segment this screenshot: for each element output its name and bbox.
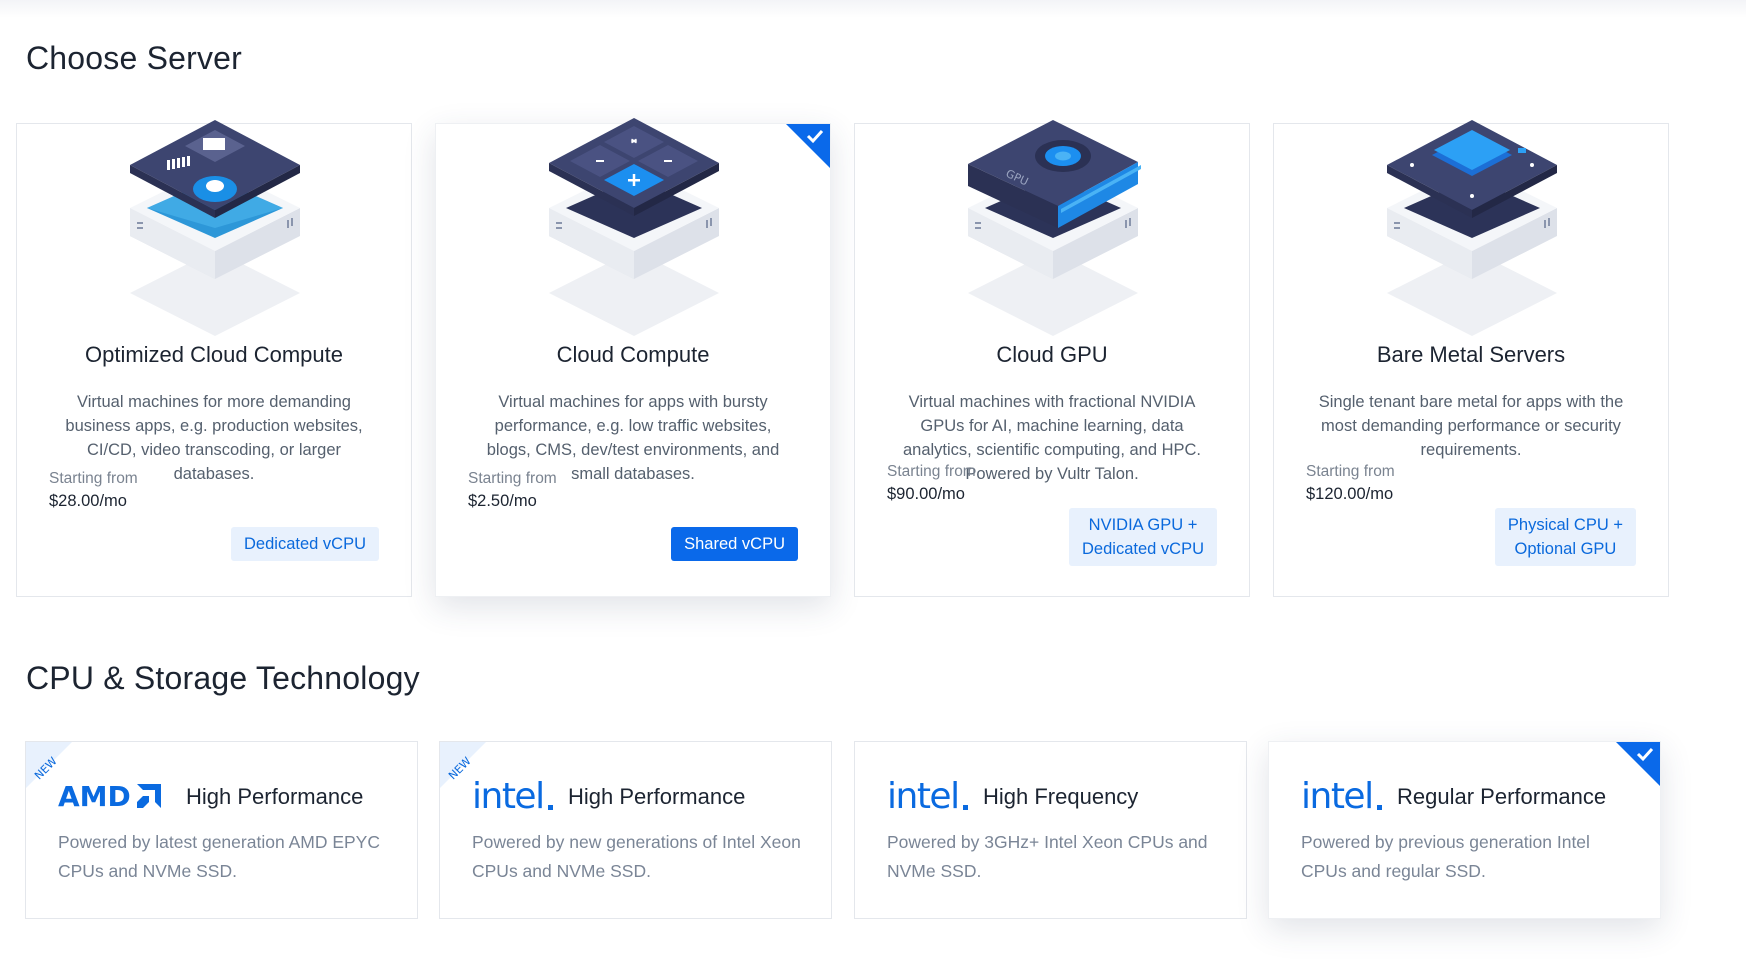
section-title-cpu-storage: CPU & Storage Technology bbox=[26, 660, 420, 696]
server-card-pricing: Starting from $2.50/mo bbox=[468, 468, 557, 512]
tech-card-title: Regular Performance bbox=[1397, 784, 1607, 809]
tech-card-description: Powered by latest generation AMD EPYC CP… bbox=[58, 832, 380, 881]
badge-line: NVIDIA GPU + bbox=[1088, 516, 1198, 534]
tech-card-amd-high-performance[interactable]: NEW AMD High Performance Powered by late… bbox=[25, 741, 418, 919]
starting-from-label: Starting from bbox=[1306, 463, 1395, 480]
checkmark-icon bbox=[786, 124, 830, 168]
tech-card-intel-high-frequency[interactable]: intel High Frequency Powered by 3GHz+ In… bbox=[854, 741, 1247, 919]
amd-logo: AMD bbox=[58, 776, 163, 816]
server-card-optimized-cloud-compute[interactable]: Optimized Cloud Compute Virtual machines… bbox=[16, 120, 412, 597]
price-value: $28.00/mo bbox=[49, 492, 127, 510]
tech-card-description: Powered by previous generation Intel CPU… bbox=[1301, 832, 1590, 881]
server-card-pricing: Starting from $90.00/mo bbox=[887, 461, 976, 505]
logo-word: intel bbox=[1301, 775, 1374, 817]
checkmark-icon bbox=[1616, 742, 1660, 786]
cpu-type-badge: Dedicated vCPU bbox=[231, 527, 379, 561]
tech-card-intel-high-performance[interactable]: NEW intel High Performance Powered by ne… bbox=[439, 741, 832, 919]
server-card-name: Cloud Compute bbox=[556, 342, 710, 367]
section-title-choose-server: Choose Server bbox=[26, 40, 243, 76]
cloud-compute-icon bbox=[549, 118, 719, 336]
logo-text: intel bbox=[887, 775, 968, 817]
tech-card-intel-regular-performance[interactable]: intel Regular Performance Powered by pre… bbox=[1268, 741, 1661, 919]
server-card-name: Optimized Cloud Compute bbox=[84, 342, 343, 367]
gpu-icon: GPU bbox=[968, 120, 1141, 336]
tech-card-title: High Performance bbox=[568, 784, 746, 809]
server-card-pricing: Starting from $28.00/mo bbox=[49, 468, 138, 512]
starting-from-label: Starting from bbox=[468, 470, 557, 487]
server-card-name: Cloud GPU bbox=[996, 342, 1108, 367]
tech-card-description: Powered by 3GHz+ Intel Xeon CPUs and NVM… bbox=[887, 832, 1208, 881]
top-shade bbox=[0, 0, 1746, 18]
badge-line: Physical CPU + bbox=[1507, 516, 1623, 534]
optimized-compute-icon bbox=[130, 120, 300, 336]
server-card-cloud-compute[interactable]: Cloud Compute Virtual machines for apps … bbox=[435, 118, 831, 597]
server-card-pricing: Starting from $120.00/mo bbox=[1306, 461, 1395, 505]
starting-from-label: Starting from bbox=[887, 463, 976, 480]
badge-line: Dedicated vCPU bbox=[1082, 540, 1204, 558]
starting-from-label: Starting from bbox=[49, 470, 138, 487]
badge-line: Optional GPU bbox=[1514, 540, 1617, 558]
server-card-name: Bare Metal Servers bbox=[1376, 342, 1566, 367]
server-card-cloud-gpu[interactable]: GPU Cloud GPU Virtual machines with frac… bbox=[854, 120, 1250, 597]
server-card-bare-metal[interactable]: Bare Metal Servers Single tenant bare me… bbox=[1273, 120, 1669, 597]
cpu-type-badge: Physical CPU + Optional GPU bbox=[1494, 508, 1636, 566]
server-card-description: Single tenant bare metal for apps with t… bbox=[1318, 393, 1624, 459]
logo-text: intel bbox=[472, 775, 553, 817]
tech-card-description: Powered by new generations of Intel Xeon… bbox=[472, 832, 801, 881]
logo-word: intel bbox=[472, 775, 545, 817]
price-value: $90.00/mo bbox=[887, 485, 965, 503]
logo-text: intel bbox=[1301, 775, 1382, 817]
price-value: $120.00/mo bbox=[1306, 485, 1394, 503]
logo-word: intel bbox=[887, 775, 960, 817]
amd-arrow-icon bbox=[136, 784, 161, 808]
intel-logo: intel bbox=[472, 775, 553, 817]
tech-card-title: High Frequency bbox=[983, 784, 1139, 809]
intel-logo: intel bbox=[887, 775, 968, 817]
logo-text: AMD bbox=[58, 779, 131, 813]
bare-metal-icon bbox=[1387, 120, 1557, 336]
intel-logo: intel bbox=[1301, 775, 1382, 817]
cpu-type-badge: NVIDIA GPU + Dedicated vCPU bbox=[1069, 508, 1217, 566]
price-value: $2.50/mo bbox=[468, 492, 537, 510]
cpu-type-badge: Shared vCPU bbox=[671, 527, 798, 561]
tech-card-title: High Performance bbox=[186, 784, 364, 809]
